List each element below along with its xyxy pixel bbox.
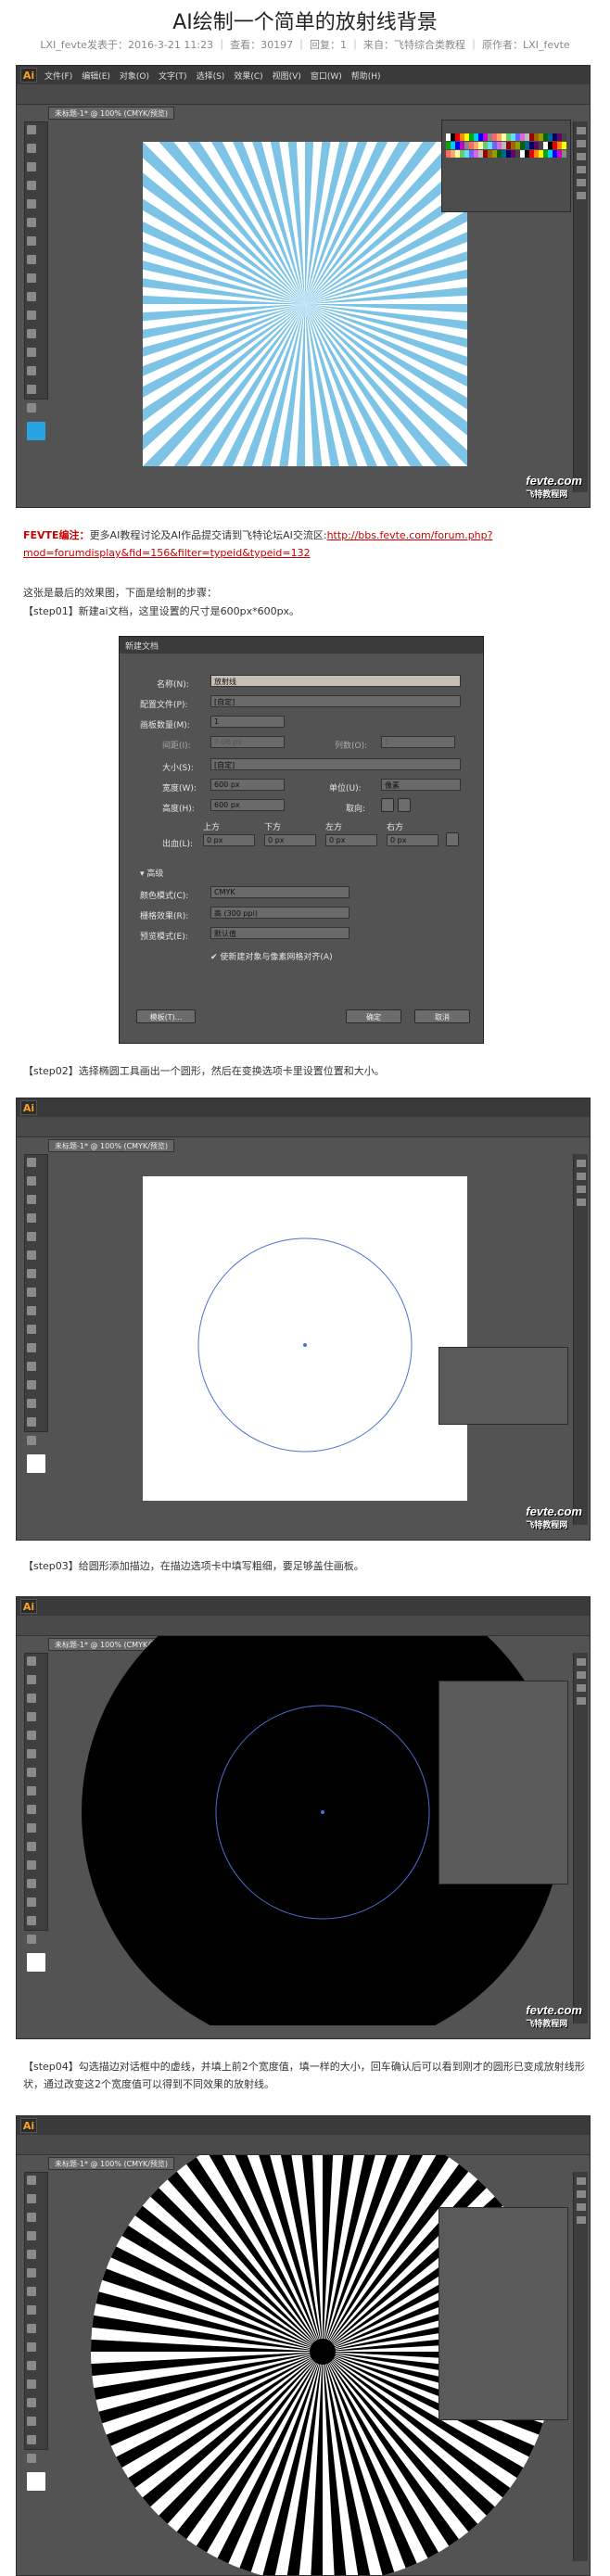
name-field[interactable]: 放射线 [210, 675, 461, 687]
editor-note: FEVTE编注：更多AI教程讨论及AI作品提交请到飞特论坛AI交流区:http:… [23, 529, 493, 559]
toolbox [24, 2172, 48, 2491]
right-panel-strip [573, 121, 588, 492]
step02-text: 【step02】选择椭圆工具画出一个圆形，然后在变换选项卡里设置位置和大小。 [23, 1065, 385, 1077]
bleed-right-field[interactable]: 0 px [387, 834, 438, 846]
article-meta: LXI_fevte发表于：2016-3-21 11:23 ｜ 查看：30197 … [40, 39, 570, 51]
ok-button[interactable]: 确定 [346, 1009, 401, 1023]
toolbox [24, 1653, 48, 1972]
spacing-field[interactable]: 7.06 px [210, 736, 285, 748]
dialog-title: 新建文档 [120, 637, 483, 654]
advanced-toggle[interactable]: ▾ 高级 [140, 867, 163, 879]
menu-item[interactable]: 帮助(H) [351, 72, 381, 82]
ai-window-step04: Ai 未标题-1* @ 100% (CMYK/预览) [16, 2115, 591, 2576]
right-panel-strip [573, 1653, 588, 2024]
menu-bar: 文件(F) 编辑(E) 对象(O) 文字(T) 选择(S) 效果(C) 视图(V) 窗口(W)… [44, 70, 390, 82]
align-checkbox[interactable]: ✔ 使新建对象与像素网格对齐(A) [210, 950, 333, 962]
width-field[interactable]: 600 px [210, 779, 285, 791]
landscape-button[interactable] [398, 798, 411, 812]
artboards-field[interactable]: 1 [210, 716, 285, 728]
bleed-bottom-field[interactable]: 0 px [264, 834, 316, 846]
artboard-with-circle [143, 1176, 467, 1501]
step03-text: 【step03】给圆形添加描边，在描边选项卡中填写粗细，要足够盖住画板。 [23, 1560, 364, 1572]
toolbox [24, 121, 48, 440]
control-bar [17, 84, 590, 105]
swatch[interactable] [562, 133, 566, 141]
menu-item[interactable]: 文字(T) [159, 72, 187, 82]
ai-window-step03: Ai 未标题-1* @ 100% (CMYK/预览) fevte.com 飞特教程… [16, 1596, 591, 2039]
menu-item[interactable]: 文件(F) [44, 72, 72, 82]
control-bar [17, 2135, 590, 2155]
cancel-button[interactable]: 取消 [414, 1009, 470, 1023]
menu-item[interactable]: 窗口(W) [311, 72, 342, 82]
watermark: fevte.com 飞特教程网 [526, 1504, 582, 1529]
swatch[interactable] [562, 142, 566, 149]
watermark: fevte.com 飞特教程网 [526, 2003, 582, 2028]
doc-tab[interactable]: 未标题-1* @ 100% (CMYK/预览) [48, 107, 175, 120]
units-select[interactable]: 像素 [381, 779, 461, 791]
new-document-dialog: 新建文档 名称(N): 放射线 配置文件(P): [自定] 画板数量(M): 1… [119, 636, 484, 1044]
ai-logo: Ai [20, 68, 37, 82]
stroke-panel [438, 1681, 568, 1884]
step01-text: 【step01】新建ai文档，这里设置的尺寸是600px*600px。 [23, 605, 300, 617]
raster-select[interactable]: 高 (300 ppi) [210, 907, 349, 919]
menu-item[interactable]: 对象(O) [120, 72, 149, 82]
menu-item[interactable]: 选择(S) [197, 72, 225, 82]
height-field[interactable]: 600 px [210, 799, 285, 811]
color-mode-select[interactable]: CMYK [210, 886, 349, 898]
preview-select[interactable]: 默认值 [210, 927, 349, 939]
stroke-panel-dashed [438, 2207, 568, 2420]
ai-window-step02: Ai 未标题-1* @ 100% (CMYK/预览) fevte.com 飞特教程… [16, 1098, 591, 1541]
bleed-top-field[interactable]: 0 px [203, 834, 255, 846]
ai-window-final: Ai 文件(F) 编辑(E) 对象(O) 文字(T) 选择(S) 效果(C) 视图(V) 窗口… [16, 65, 591, 508]
right-panel-strip [573, 1154, 588, 1525]
profile-select[interactable]: [自定] [210, 695, 461, 707]
menu-item[interactable]: 效果(C) [234, 72, 262, 82]
swatches-panel [441, 120, 571, 212]
watermark: fevte.com 飞特教程网 [526, 474, 582, 499]
transform-panel [438, 1347, 568, 1425]
portrait-button[interactable] [381, 798, 394, 812]
size-select[interactable]: [自定] [210, 758, 461, 770]
swatch[interactable] [562, 150, 566, 158]
control-bar [17, 1117, 590, 1137]
menu-item[interactable]: 编辑(E) [82, 72, 110, 82]
template-button[interactable]: 模板(T)... [136, 1009, 196, 1023]
intro-text: 这张是最后的效果图，下面是绘制的步骤： [23, 587, 217, 599]
article-title: AI绘制一个简单的放射线背景 [172, 11, 438, 34]
bleed-left-field[interactable]: 0 px [325, 834, 377, 846]
menu-item[interactable]: 视图(V) [273, 72, 301, 82]
doc-tab[interactable]: 未标题-1* @ 100% (CMYK/预览) [48, 1139, 175, 1152]
step04-text: 【step04】勾选描边对话框中的虚线，并填上前2个宽度值，填一样的大小，回车确… [23, 2061, 585, 2090]
sunburst-artwork [143, 142, 467, 466]
link-icon[interactable] [446, 832, 459, 846]
right-panel-strip [573, 2172, 588, 2561]
control-bar [17, 1616, 590, 1636]
toolbox [24, 1154, 48, 1473]
columns-field[interactable]: 1 [381, 736, 455, 748]
